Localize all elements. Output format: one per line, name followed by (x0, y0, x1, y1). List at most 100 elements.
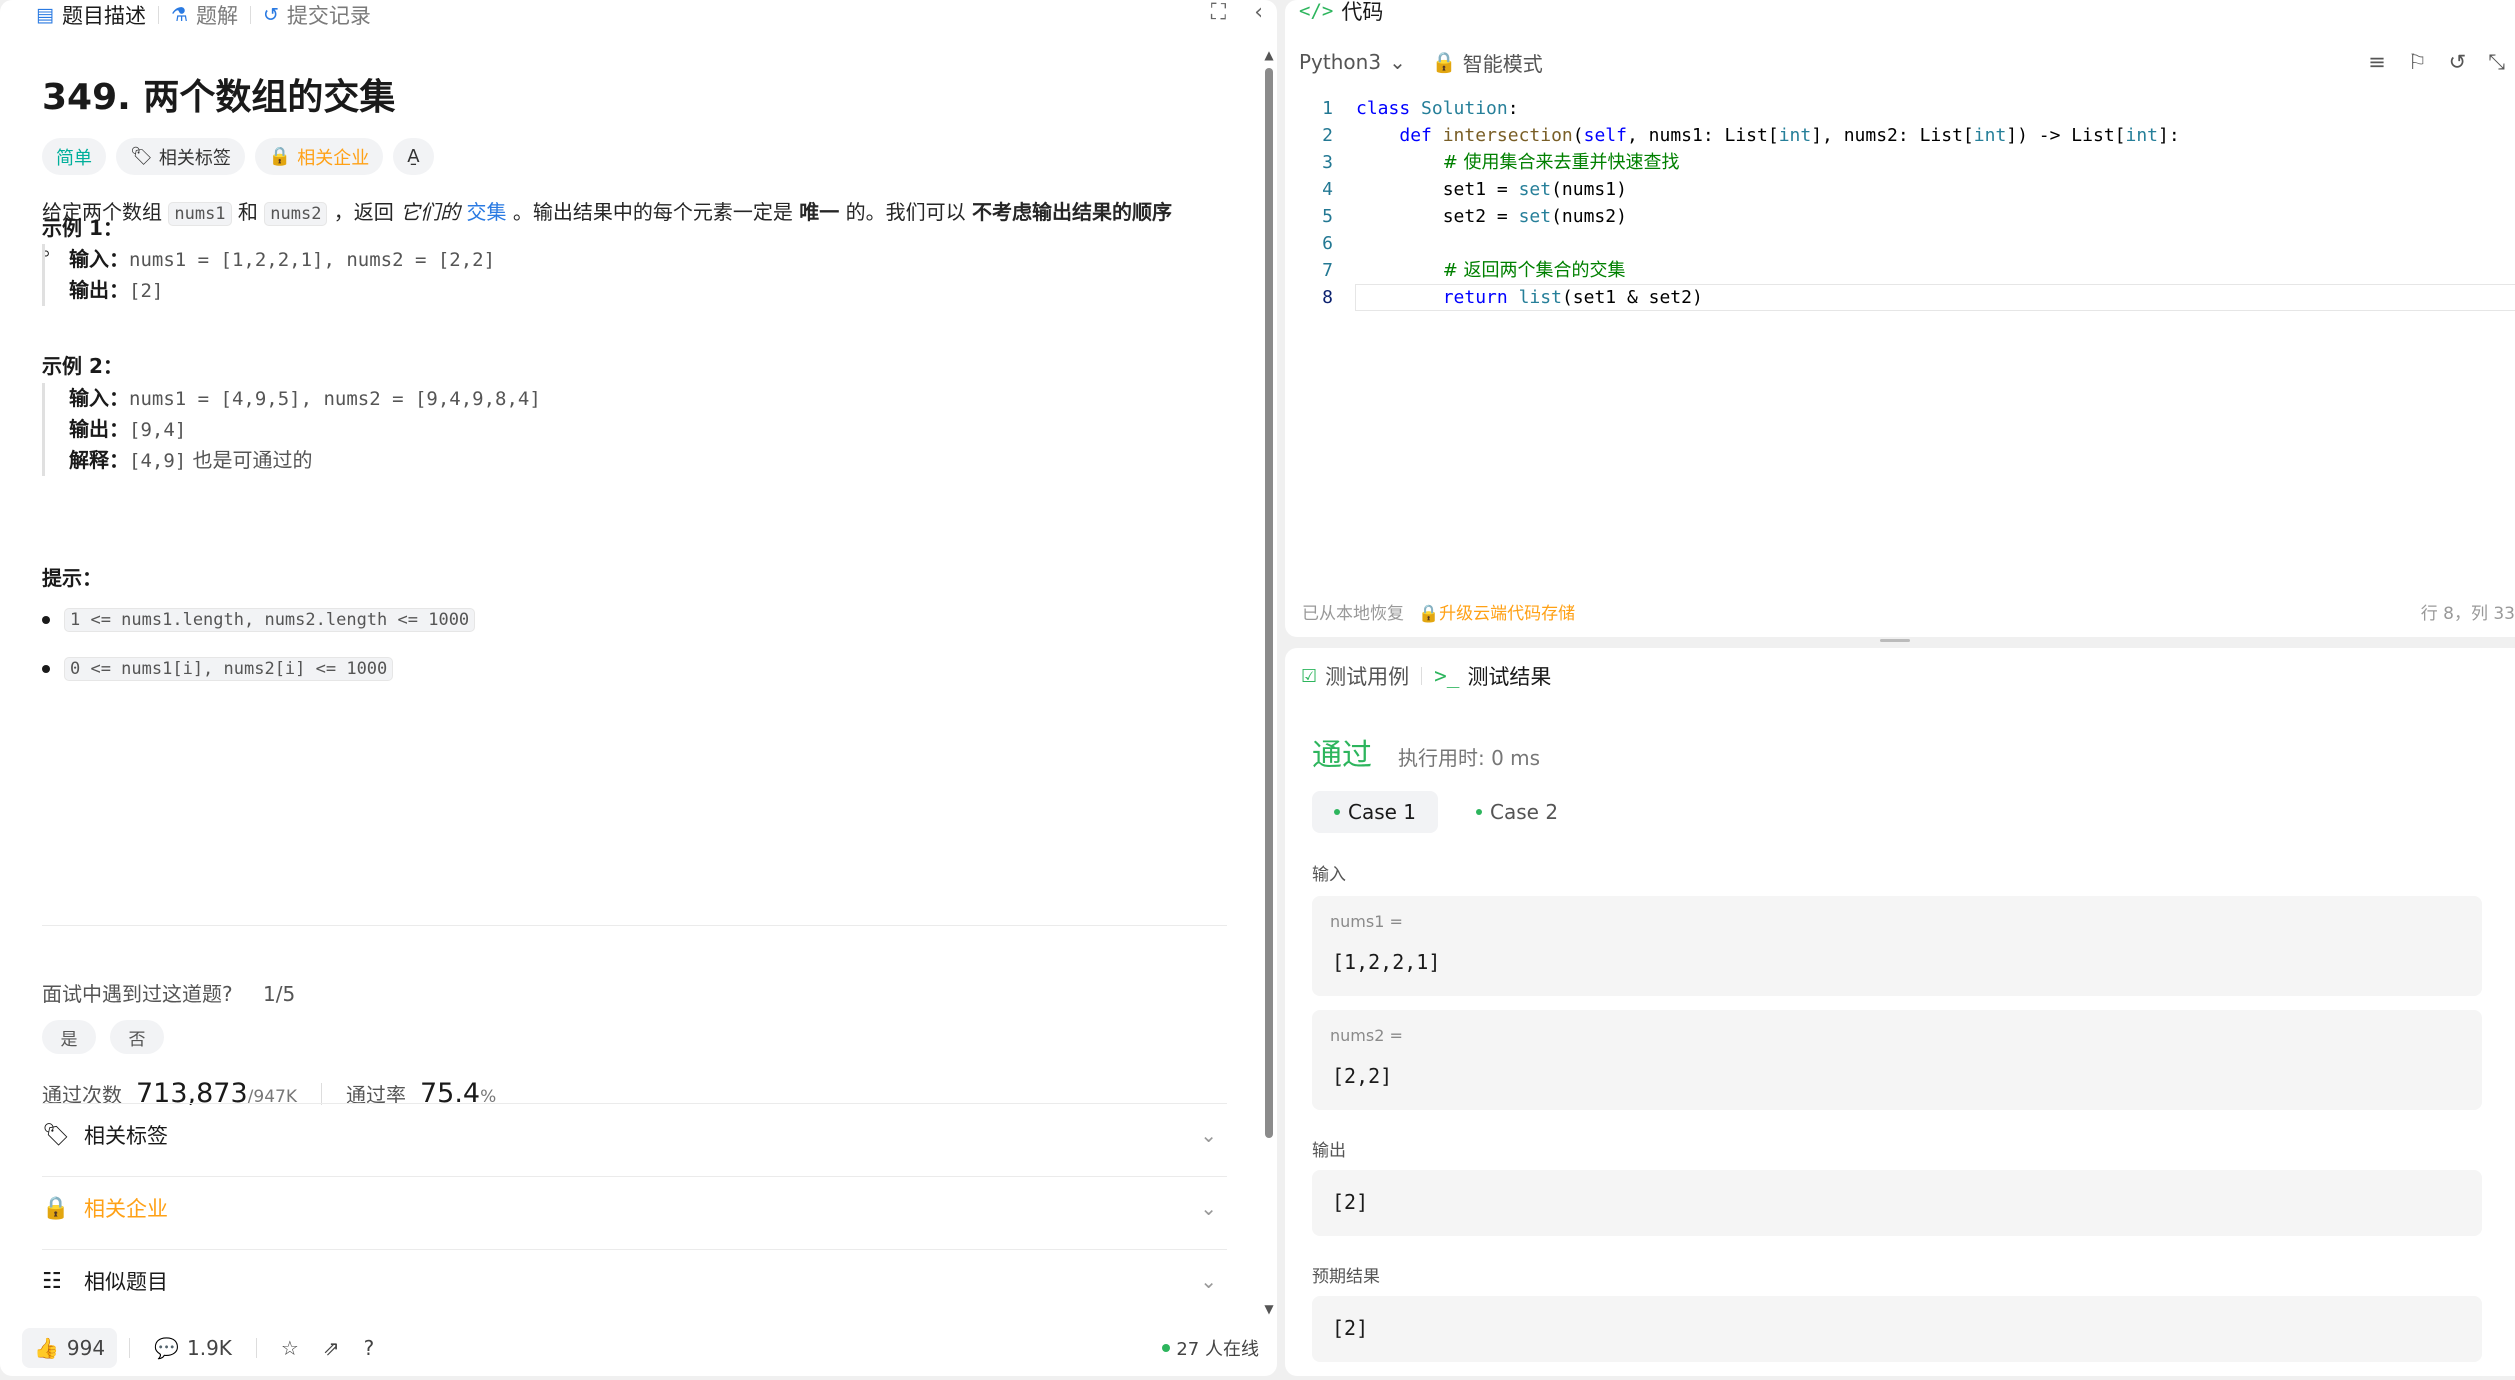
code-header-label: 代码 (1341, 0, 1384, 24)
page-title: 349. 两个数组的交集 (42, 77, 396, 118)
constraint-item: 0 <= nums1[i], nums2[i] <= 1000 (42, 657, 394, 681)
accordion-label: 相关企业 (84, 1197, 168, 1221)
desc-bold: 不考虑输出结果的顺序 (971, 200, 1172, 224)
tab-description[interactable]: ▤ 题目描述 (0, 0, 158, 30)
code-line-current: 8 return list(set1 & set2) (1285, 284, 2515, 311)
translate-button[interactable]: A̱ (393, 138, 434, 175)
tab-label: 测试用例 (1325, 665, 1410, 689)
scroll-down-icon[interactable]: ▼ (1263, 1302, 1275, 1316)
accordion-companies[interactable]: 🔒 相关企业 ⌄ (42, 1178, 1227, 1238)
input-var-box: nums2 = [2,2] (1312, 1010, 2482, 1110)
like-button[interactable]: 👍 994 (22, 1328, 118, 1368)
bullet (42, 616, 50, 624)
code-line: 5 set2 = set(nums2) (1285, 203, 2515, 230)
footer-divider (129, 1338, 131, 1358)
share-icon: ⇗ (322, 1336, 340, 1360)
example-1-title: 示例 1： (42, 216, 123, 240)
submission-count: /947K (247, 1087, 297, 1107)
lock-icon: 🔒 (268, 146, 292, 167)
line-number: 6 (1322, 233, 1333, 254)
description-icon: ▤ (36, 4, 54, 26)
fullscreen-icon[interactable]: ⛶ (1211, 0, 1226, 25)
bookmark-icon[interactable]: ⚐ (2408, 50, 2427, 75)
case-tabs: Case 1 Case 2 (1312, 791, 1580, 833)
help-icon: ? (363, 1336, 375, 1360)
format-icon[interactable]: ≡ (2368, 50, 2386, 75)
tag-icon: 🏷 (130, 146, 153, 167)
problem-badges: 简单 🏷 相关标签 🔒 相关企业 A̱ (42, 138, 434, 175)
var-value: [1,2,2,1] (1332, 950, 1441, 974)
tab-submissions[interactable]: ↺ 提交记录 (251, 0, 383, 30)
topic-tags-button[interactable]: 🏷 相关标签 (116, 138, 245, 175)
tab-label: 提交记录 (286, 4, 371, 28)
scrollbar-thumb[interactable] (1265, 68, 1273, 1138)
case-label: Case 1 (1348, 800, 1417, 824)
accordion-topic-tags[interactable]: 🏷 相关标签 ⌄ (42, 1105, 1227, 1165)
lock-icon: 🔒 (1431, 50, 1457, 74)
code-editor[interactable]: 1 class Solution: 2 def intersection(self… (1285, 95, 2515, 311)
share-button[interactable]: ⇗ (311, 1328, 352, 1368)
translate-icon: A̱ (407, 146, 420, 167)
lock-icon: 🔒 (42, 1195, 70, 1221)
list-tree-icon: ☷ (42, 1268, 62, 1294)
language-label: Python3 (1299, 50, 1382, 74)
explain-text: 也是可通过的 (186, 448, 313, 472)
pass-dot (1334, 809, 1340, 815)
smart-mode-toggle[interactable]: 🔒 智能模式 (1432, 48, 1543, 77)
footer-divider (255, 1338, 257, 1358)
mode-label: 智能模式 (1462, 51, 1543, 76)
expand-icon[interactable]: ⤡ (2488, 50, 2505, 75)
interview-count: 1/5 (262, 982, 296, 1006)
case-tab-2[interactable]: Case 2 (1454, 791, 1580, 833)
problem-tabs: ▤ 题目描述 ⚗ 题解 ↺ 提交记录 ⛶ ‹ (0, 0, 1277, 30)
scroll-up-icon[interactable]: ▲ (1263, 48, 1275, 62)
help-button[interactable]: ? (352, 1328, 387, 1368)
companies-button[interactable]: 🔒 相关企业 (254, 138, 384, 175)
line-number: 3 (1322, 152, 1333, 173)
flask-icon: ⚗ (170, 4, 188, 26)
pass-dot (1476, 809, 1483, 815)
example-1-block: 输入：nums1 = [1,2,2,1], nums2 = [2,2] 输出：[… (42, 244, 495, 306)
chevron-down-icon: ⌄ (1389, 50, 1406, 74)
divider (42, 925, 1227, 926)
case-tab-1[interactable]: Case 1 (1312, 791, 1439, 833)
constraint-code: 1 <= nums1.length, nums2.length <= 1000 (64, 608, 476, 632)
acceptance-unit: % (480, 1087, 497, 1107)
favorite-button[interactable]: ☆ (269, 1328, 311, 1368)
upgrade-storage-link[interactable]: 🔒升级云端代码存储 (1418, 599, 1575, 624)
scrollbar[interactable]: ▲ ▼ (1263, 48, 1275, 1316)
yes-button[interactable]: 是 (42, 1020, 96, 1054)
collapse-chevron-icon[interactable]: ‹ (1254, 0, 1263, 25)
code-toolbar: Python3 ⌄ 🔒 智能模式 ≡ ⚐ ↺ ⤡ (1285, 42, 2515, 82)
verdict: 通过 执行用时: 0 ms (1312, 730, 1540, 774)
editor-status-bar: 已从本地恢复 🔒升级云端代码存储 行 8，列 33 (1285, 585, 2515, 637)
tab-label: 题解 (196, 4, 238, 28)
tab-solutions[interactable]: ⚗ 题解 (159, 0, 250, 30)
online-count: 27 人在线 (1162, 1335, 1259, 1361)
difficulty-badge[interactable]: 简单 (42, 138, 106, 175)
resize-handle[interactable] (1880, 639, 1910, 642)
line-number: 7 (1322, 260, 1333, 281)
no-button[interactable]: 否 (110, 1020, 164, 1054)
result-panel: ☑ 测试用例 >_ 测试结果 通过 执行用时: 0 ms Case 1 Case… (1285, 648, 2515, 1376)
output-box: [2] (1312, 1170, 2482, 1236)
reset-icon[interactable]: ↺ (2449, 50, 2467, 75)
like-count: 994 (66, 1336, 106, 1360)
accordion-similar-questions[interactable]: ☷ 相似题目 ⌄ (42, 1251, 1227, 1311)
intersection-link[interactable]: 交集 (467, 200, 507, 224)
output-label: 输出： (69, 417, 129, 441)
inline-code: nums1 (168, 202, 232, 226)
history-icon: ↺ (263, 4, 279, 26)
divider (42, 1176, 1227, 1177)
comments-button[interactable]: 💬 1.9K (142, 1328, 244, 1368)
terminal-icon: >_ (1434, 664, 1460, 688)
constraints-title: 提示： (42, 566, 102, 590)
language-select[interactable]: Python3 ⌄ (1299, 50, 1406, 74)
checkbox-icon: ☑ (1301, 665, 1318, 687)
desc-text: 和 (231, 200, 265, 224)
tab-testcase[interactable]: ☑ 测试用例 (1285, 661, 1421, 691)
code-header: </> 代码 (1285, 0, 2515, 24)
tab-test-result[interactable]: >_ 测试结果 (1422, 661, 1563, 691)
interview-question: 面试中遇到过这道题? (42, 982, 233, 1006)
example-2-block: 输入：nums1 = [4,9,5], nums2 = [9,4,9,8,4] … (42, 383, 541, 476)
